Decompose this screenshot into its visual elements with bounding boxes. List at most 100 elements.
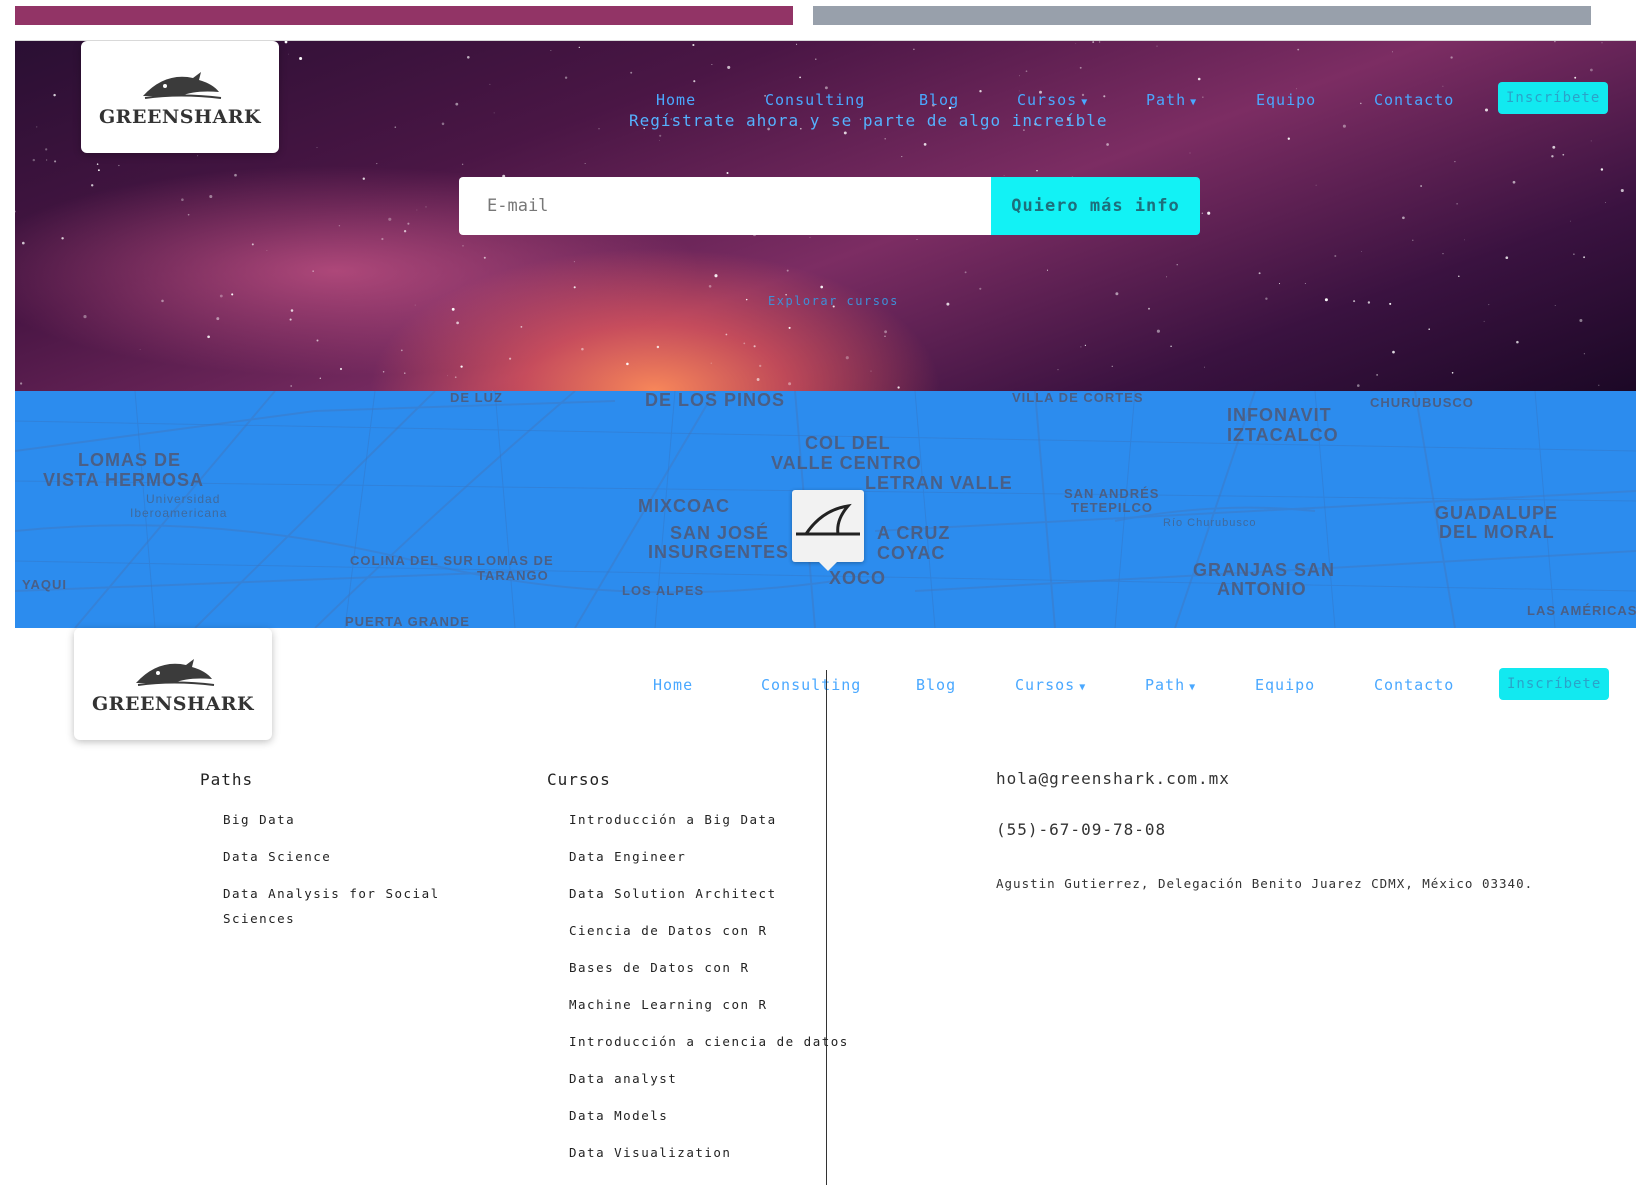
- curso-link[interactable]: Introducción a Big Data: [569, 807, 869, 832]
- star: [97, 169, 100, 172]
- nav-blog[interactable]: Blog: [919, 91, 959, 109]
- star: [1156, 329, 1160, 333]
- star: [1265, 297, 1268, 300]
- map-label: Río Churubusco: [1163, 517, 1257, 529]
- star: [1442, 253, 1444, 255]
- star: [462, 245, 464, 247]
- nav-cursos[interactable]: Cursos ▼: [1017, 91, 1088, 109]
- paths-link[interactable]: Data Analysis for Social Sciences: [223, 881, 443, 931]
- curso-link[interactable]: Ciencia de Datos con R: [569, 918, 869, 943]
- star: [1601, 42, 1603, 44]
- curso-link[interactable]: Data Solution Architect: [569, 881, 869, 906]
- nav-equipo[interactable]: Equipo: [1256, 91, 1316, 109]
- star: [447, 375, 448, 377]
- paths-heading: Paths: [200, 770, 254, 789]
- email-input[interactable]: [459, 177, 991, 235]
- curso-link[interactable]: Data Engineer: [569, 844, 869, 869]
- contact-email[interactable]: hola@greenshark.com.mx: [996, 769, 1230, 788]
- star: [1554, 41, 1556, 43]
- nav-path[interactable]: Path ▼: [1146, 91, 1197, 109]
- map-marker[interactable]: [792, 490, 864, 562]
- curso-link[interactable]: Data Visualization: [569, 1140, 869, 1165]
- star: [1315, 184, 1317, 186]
- star: [489, 83, 491, 85]
- star: [1389, 302, 1392, 305]
- curso-link[interactable]: Data analyst: [569, 1066, 869, 1091]
- nav-consulting[interactable]: Consulting: [765, 91, 865, 109]
- chevron-down-icon: ▼: [1081, 97, 1089, 108]
- star: [1106, 143, 1109, 146]
- map-label: ANTONIO: [1217, 579, 1307, 599]
- chevron-down-icon: ▼: [1189, 682, 1197, 693]
- nav-equipo[interactable]: Equipo: [1255, 676, 1315, 694]
- star: [461, 163, 464, 166]
- star: [251, 243, 254, 246]
- nav-home[interactable]: Home: [656, 91, 696, 109]
- star: [1605, 202, 1606, 204]
- star: [1551, 155, 1554, 158]
- star: [388, 217, 392, 221]
- star: [964, 271, 967, 274]
- nav-contacto[interactable]: Contacto: [1374, 91, 1454, 109]
- star: [711, 64, 713, 65]
- star: [884, 137, 886, 140]
- star: [96, 163, 99, 165]
- nav-home[interactable]: Home: [653, 676, 693, 694]
- curso-link[interactable]: Bases de Datos con R: [569, 955, 869, 980]
- footer-logo[interactable]: GREENSHARK: [74, 628, 272, 740]
- star: [573, 261, 575, 263]
- star: [1057, 369, 1059, 371]
- map-marker-tip: [818, 561, 838, 571]
- nav-blog[interactable]: Blog: [916, 676, 956, 694]
- star: [1569, 220, 1571, 222]
- star: [1176, 264, 1178, 266]
- star: [1456, 203, 1458, 205]
- inscribete-button[interactable]: Inscríbete: [1498, 82, 1609, 114]
- map-label: SAN JOSÉ: [670, 523, 770, 543]
- hero-tagline: Regístrate ahora y se parte de algo incr…: [629, 111, 1108, 130]
- star: [209, 194, 213, 199]
- paths-link[interactable]: Big Data: [223, 807, 443, 832]
- nav-contacto[interactable]: Contacto: [1374, 676, 1454, 694]
- star: [266, 249, 268, 251]
- star: [1115, 292, 1119, 296]
- star: [946, 302, 950, 306]
- star: [809, 236, 811, 238]
- map-label: INSURGENTES: [648, 542, 790, 562]
- star: [1079, 66, 1082, 69]
- star: [1080, 346, 1082, 348]
- map-label: VISTA HERMOSA: [43, 470, 205, 490]
- curso-link[interactable]: Introducción a ciencia de datos: [569, 1029, 869, 1054]
- star: [32, 158, 36, 162]
- nav-consulting[interactable]: Consulting: [761, 676, 861, 694]
- star: [219, 294, 223, 298]
- curso-link[interactable]: Data Models: [569, 1103, 869, 1128]
- star: [54, 160, 57, 163]
- star: [884, 335, 886, 337]
- quiero-mas-info-button[interactable]: Quiero más info: [991, 177, 1200, 235]
- paths-link[interactable]: Data Science: [223, 844, 443, 869]
- nav-path[interactable]: Path ▼: [1145, 676, 1196, 694]
- contact-phone[interactable]: (55)-67-09-78-08: [996, 820, 1166, 839]
- star: [1197, 77, 1201, 81]
- star: [460, 365, 463, 368]
- curso-link[interactable]: Machine Learning con R: [569, 992, 869, 1017]
- star: [1084, 344, 1086, 346]
- star: [1450, 56, 1453, 59]
- star: [414, 304, 416, 306]
- star: [456, 321, 459, 325]
- inscribete-button[interactable]: Inscríbete: [1499, 668, 1610, 700]
- star: [564, 76, 568, 79]
- logo[interactable]: GREENSHARK: [81, 41, 279, 153]
- star: [139, 348, 141, 350]
- top-bar-right: [813, 6, 1591, 25]
- brand-name: GREENSHARK: [98, 106, 262, 128]
- star: [1353, 300, 1356, 303]
- star: [1402, 216, 1405, 220]
- star: [1103, 95, 1106, 98]
- star: [1258, 272, 1261, 275]
- map-label: Universidad: [146, 492, 221, 506]
- star: [45, 148, 48, 151]
- explorar-cursos-link[interactable]: Explorar cursos: [768, 294, 899, 308]
- nav-cursos[interactable]: Cursos ▼: [1015, 676, 1086, 694]
